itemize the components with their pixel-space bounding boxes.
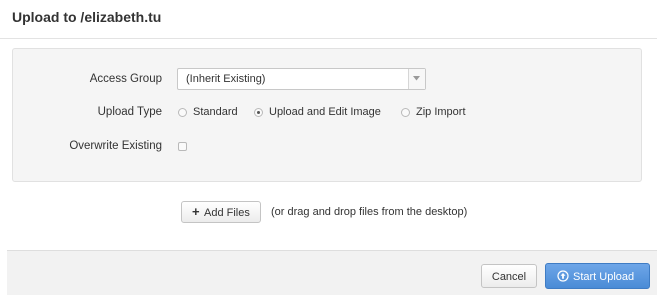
access-group-value: (Inherit Existing) — [186, 73, 266, 85]
radio-upload-and-edit-image-label[interactable]: Upload and Edit Image — [269, 106, 381, 118]
access-group-select[interactable]: (Inherit Existing) — [177, 68, 426, 90]
radio-standard[interactable] — [178, 108, 187, 117]
start-upload-button[interactable]: Start Upload — [545, 263, 650, 289]
radio-upload-and-edit-image[interactable] — [254, 108, 263, 117]
select-arrow[interactable] — [408, 69, 425, 89]
add-files-button[interactable]: + Add Files — [181, 201, 261, 223]
radio-standard-label[interactable]: Standard — [193, 106, 238, 118]
access-group-label: Access Group — [89, 73, 162, 85]
start-upload-label: Start Upload — [573, 271, 635, 283]
overwrite-existing-label: Overwrite Existing — [69, 140, 162, 152]
dialog-header: Upload to /elizabeth.tu — [0, 0, 657, 39]
plus-icon: + — [192, 204, 200, 219]
radio-zip-import[interactable] — [401, 108, 410, 117]
radio-zip-import-label[interactable]: Zip Import — [416, 106, 466, 118]
upload-circle-icon — [557, 270, 569, 285]
overwrite-existing-checkbox[interactable] — [178, 142, 187, 151]
chevron-down-icon — [413, 76, 420, 81]
drag-drop-hint: (or drag and drop files from the desktop… — [271, 206, 468, 218]
upload-type-label: Upload Type — [97, 106, 162, 118]
cancel-label: Cancel — [491, 271, 527, 283]
dialog-title: Upload to /elizabeth.tu — [12, 9, 162, 25]
add-files-label: Add Files — [204, 207, 250, 219]
cancel-button[interactable]: Cancel — [481, 264, 537, 288]
